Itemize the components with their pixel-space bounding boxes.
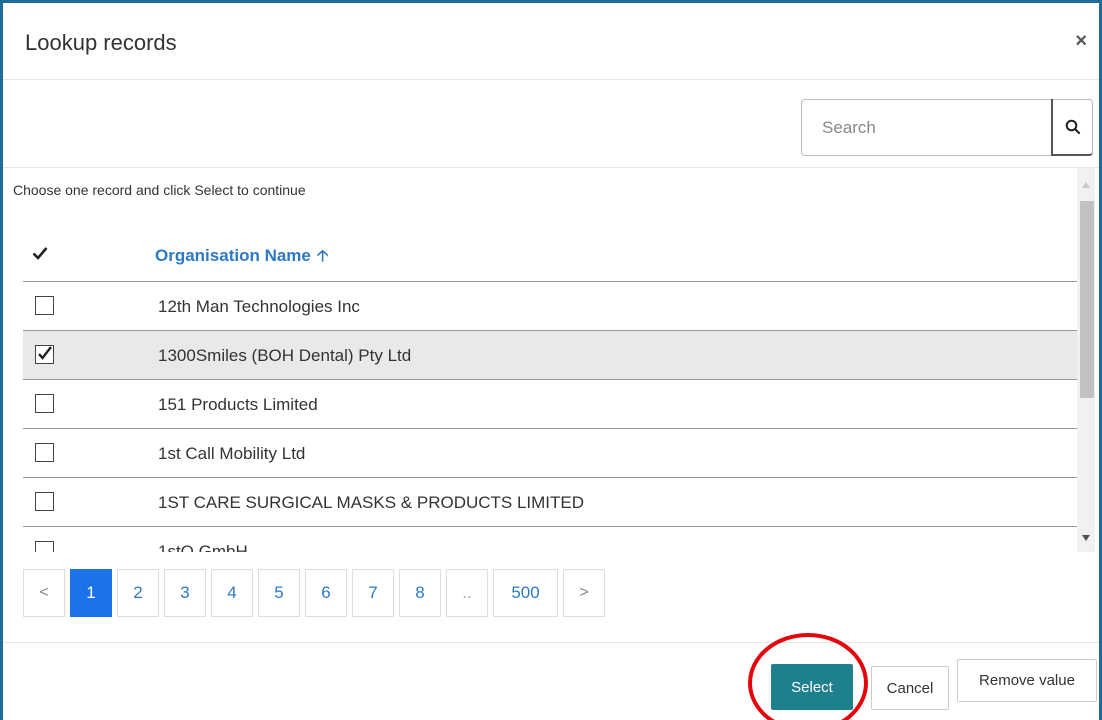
row-checkbox[interactable] <box>35 296 54 315</box>
scroll-up-icon[interactable] <box>1082 182 1090 188</box>
scroll-down-icon[interactable] <box>1082 535 1090 541</box>
row-checkbox[interactable] <box>35 394 54 413</box>
row-checkbox[interactable] <box>35 345 54 364</box>
arrow-up-icon: 🡡 <box>316 248 329 265</box>
row-checkbox[interactable] <box>35 443 54 462</box>
dialog-title: Lookup records <box>25 30 177 55</box>
table-row[interactable]: 151 Products Limited <box>23 380 1078 429</box>
pagination: < 1 2 3 4 5 6 7 8 .. 500 > <box>23 569 605 617</box>
checkmark-icon <box>32 246 48 265</box>
page-button-3[interactable]: 3 <box>164 569 206 617</box>
row-checkbox[interactable] <box>35 541 54 552</box>
select-button[interactable]: Select <box>771 664 853 710</box>
page-button-4[interactable]: 4 <box>211 569 253 617</box>
organisation-name-cell: 1300Smiles (BOH Dental) Pty Ltd <box>158 346 412 365</box>
organisation-name-cell: 1st Call Mobility Ltd <box>158 444 306 463</box>
page-button-500[interactable]: 500 <box>493 569 558 617</box>
scrollbar-thumb[interactable] <box>1080 201 1094 398</box>
page-button-5[interactable]: 5 <box>258 569 300 617</box>
dialog-header: Lookup records × <box>3 3 1099 80</box>
table-header: Organisation Name 🡡 <box>23 218 1078 282</box>
checkmark-icon <box>38 346 52 360</box>
cancel-button[interactable]: Cancel <box>871 666 949 710</box>
table-row[interactable]: 1st Call Mobility Ltd <box>23 429 1078 478</box>
instruction-text: Choose one record and click Select to co… <box>13 182 306 198</box>
records-scroll-area: Choose one record and click Select to co… <box>3 168 1099 552</box>
vertical-scrollbar[interactable] <box>1077 168 1095 552</box>
column-header-label: Organisation Name <box>155 246 311 265</box>
organisation-name-cell: 1stQ GmbH <box>158 542 248 552</box>
organisation-name-cell: 12th Man Technologies Inc <box>158 297 360 316</box>
column-header-organisation-name[interactable]: Organisation Name 🡡 <box>155 245 328 272</box>
close-button[interactable]: × <box>1075 31 1087 51</box>
table-row[interactable]: 1ST CARE SURGICAL MASKS & PRODUCTS LIMIT… <box>23 478 1078 527</box>
remove-value-button[interactable]: Remove value <box>957 659 1097 702</box>
table-row[interactable]: 1300Smiles (BOH Dental) Pty Ltd <box>23 331 1078 380</box>
page-button-2[interactable]: 2 <box>117 569 159 617</box>
search-box <box>801 99 1093 156</box>
dialog-footer: Select Cancel Remove value <box>3 642 1099 720</box>
search-row <box>3 80 1099 168</box>
table-row[interactable]: 1stQ GmbH <box>23 527 1078 552</box>
next-page-button[interactable]: > <box>563 569 605 617</box>
page-button-6[interactable]: 6 <box>305 569 347 617</box>
row-checkbox[interactable] <box>35 492 54 511</box>
page-ellipsis: .. <box>446 569 488 617</box>
search-button[interactable] <box>1051 99 1093 156</box>
records-table: Organisation Name 🡡 12th Man Technologies… <box>23 218 1078 552</box>
table-row[interactable]: 12th Man Technologies Inc <box>23 282 1078 331</box>
search-icon <box>1065 119 1081 134</box>
page-button-8[interactable]: 8 <box>399 569 441 617</box>
organisation-name-cell: 1ST CARE SURGICAL MASKS & PRODUCTS LIMIT… <box>158 493 585 512</box>
search-input[interactable] <box>803 101 1048 154</box>
organisation-name-cell: 151 Products Limited <box>158 395 318 414</box>
page-button-7[interactable]: 7 <box>352 569 394 617</box>
page-button-1[interactable]: 1 <box>70 569 112 617</box>
prev-page-button[interactable]: < <box>23 569 65 617</box>
